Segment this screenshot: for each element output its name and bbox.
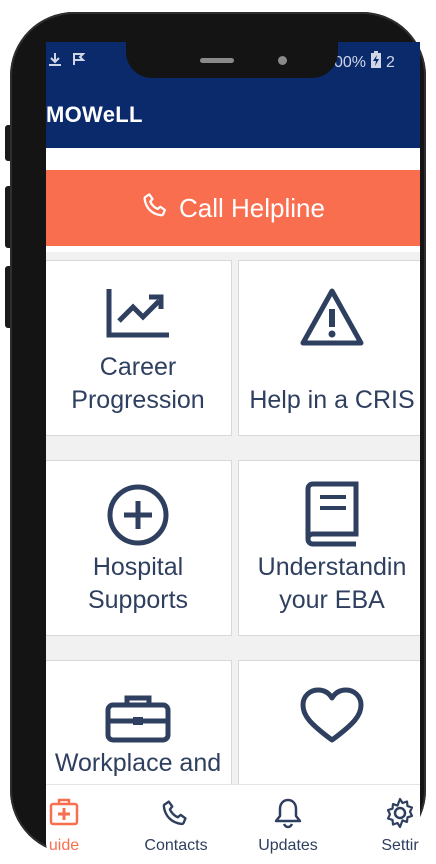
bell-icon xyxy=(228,797,348,829)
battery-text: 00% xyxy=(334,53,367,71)
app-bar: MOWeLL xyxy=(46,80,420,148)
warning-triangle-icon xyxy=(239,287,420,347)
phone-frame: 00% 2 MOWeLL Call Helpline Career Progre… xyxy=(10,12,426,864)
tile-label: your EBA xyxy=(279,586,385,614)
tile-label: Understandin xyxy=(257,553,407,581)
tile-help-in-a-crisis[interactable]: Help in a CRIS xyxy=(238,260,420,436)
phone-icon xyxy=(141,190,171,227)
nav-label: Contacts xyxy=(144,837,208,854)
tile-label: Supports xyxy=(87,586,189,614)
tile-label: Hospital xyxy=(92,553,184,581)
first-aid-kit-icon xyxy=(46,797,124,827)
camera-notch xyxy=(126,42,338,78)
tile-understanding-your-eba[interactable]: Understandin your EBA xyxy=(238,460,420,636)
front-camera xyxy=(278,56,287,65)
speaker-grille xyxy=(200,58,234,63)
app-screen: 00% 2 MOWeLL Call Helpline Career Progre… xyxy=(46,42,420,864)
nav-label: Settir xyxy=(381,837,419,854)
nav-label: uide xyxy=(48,837,80,854)
tile-label: Workplace and xyxy=(54,749,222,777)
tile-label: Progression xyxy=(71,386,205,414)
trend-chart-icon xyxy=(46,287,231,339)
flag-icon xyxy=(72,52,86,71)
heart-icon xyxy=(239,687,420,745)
nav-label: Updates xyxy=(258,837,318,854)
tile-hospital-supports[interactable]: Hospital Supports xyxy=(46,460,232,636)
clock-partial: 2 xyxy=(386,53,395,71)
call-helpline-label: Call Helpline xyxy=(179,192,325,223)
download-icon xyxy=(48,52,62,71)
bottom-navigation: uide Contacts Updates Settir xyxy=(46,784,420,864)
gear-icon xyxy=(340,797,420,829)
briefcase-icon xyxy=(46,693,231,743)
nav-guide[interactable]: uide xyxy=(46,785,124,864)
battery-charging-icon xyxy=(370,51,382,74)
app-title: MOWeLL xyxy=(46,102,143,127)
tile-label: Help in a CRIS xyxy=(249,386,415,414)
tile-career-progression[interactable]: Career Progression xyxy=(46,260,232,436)
tile-label: Career xyxy=(99,353,177,381)
plus-circle-icon xyxy=(46,483,231,547)
nav-settings[interactable]: Settir xyxy=(340,785,420,864)
phone-icon xyxy=(116,797,236,829)
nav-contacts[interactable]: Contacts xyxy=(116,785,236,864)
call-helpline-button[interactable]: Call Helpline xyxy=(46,170,420,246)
nav-updates[interactable]: Updates xyxy=(228,785,348,864)
book-icon xyxy=(239,481,420,547)
